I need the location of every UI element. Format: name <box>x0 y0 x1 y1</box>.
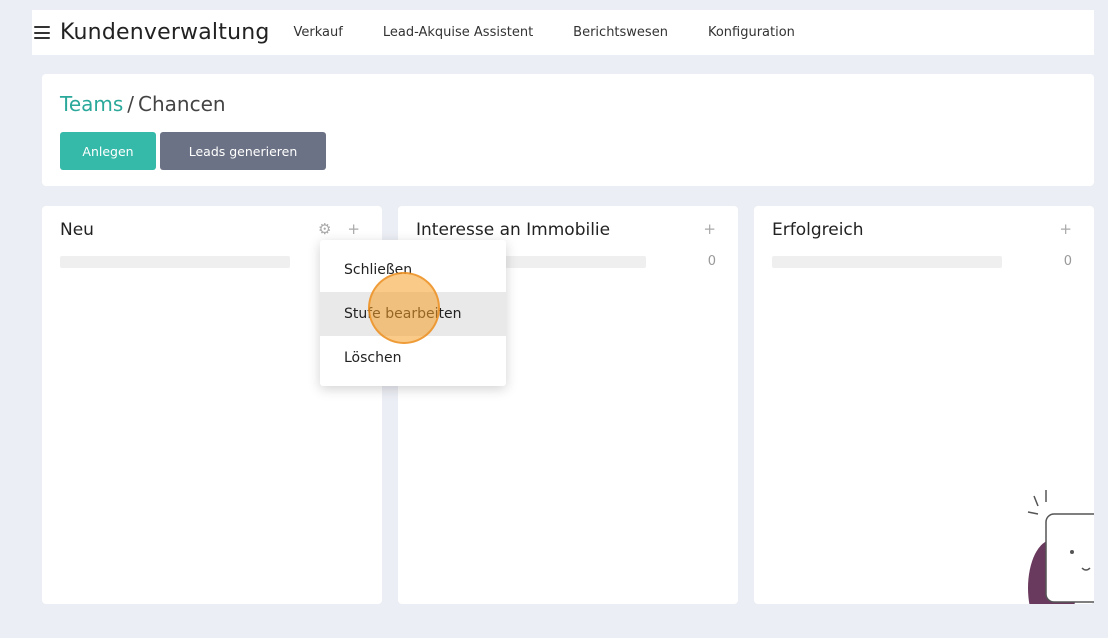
top-navbar: Kundenverwaltung Verkauf Lead-Akquise As… <box>32 10 1094 55</box>
column-progress-bar <box>60 256 290 268</box>
column-actions: ⚙ + <box>318 220 360 238</box>
hamburger-icon[interactable] <box>34 26 50 39</box>
main-menu: Verkauf Lead-Akquise Assistent Berichtsw… <box>294 25 835 40</box>
column-actions: + <box>703 220 716 238</box>
column-title[interactable]: Interesse an Immobilie <box>416 220 610 240</box>
menu-item-lead-akquise[interactable]: Lead-Akquise Assistent <box>383 25 533 40</box>
gear-icon[interactable]: ⚙ <box>318 220 331 238</box>
click-indicator <box>368 272 440 344</box>
empty-state-illustration <box>1024 488 1094 604</box>
breadcrumb-separator: / <box>127 92 135 116</box>
breadcrumb-current: Chancen <box>138 92 226 116</box>
column-actions: + <box>1059 220 1072 238</box>
column-count: 0 <box>1063 254 1072 269</box>
column-count: 0 <box>707 254 716 269</box>
menu-item-konfiguration[interactable]: Konfiguration <box>708 25 795 40</box>
create-button[interactable]: Anlegen <box>60 132 156 170</box>
control-panel: Teams / Chancen Anlegen Leads generieren <box>42 74 1094 186</box>
column-progress-bar <box>772 256 1002 268</box>
menu-item-berichtswesen[interactable]: Berichtswesen <box>573 25 668 40</box>
menu-item-verkauf[interactable]: Verkauf <box>294 25 343 40</box>
column-title[interactable]: Neu <box>60 220 94 240</box>
app-title[interactable]: Kundenverwaltung <box>60 20 270 45</box>
plus-icon[interactable]: + <box>703 220 716 238</box>
generate-leads-button[interactable]: Leads generieren <box>160 132 326 170</box>
plus-icon[interactable]: + <box>1059 220 1072 238</box>
breadcrumb: Teams / Chancen <box>60 92 226 116</box>
plus-icon[interactable]: + <box>347 220 360 238</box>
column-title[interactable]: Erfolgreich <box>772 220 864 240</box>
breadcrumb-link-teams[interactable]: Teams <box>60 92 123 116</box>
